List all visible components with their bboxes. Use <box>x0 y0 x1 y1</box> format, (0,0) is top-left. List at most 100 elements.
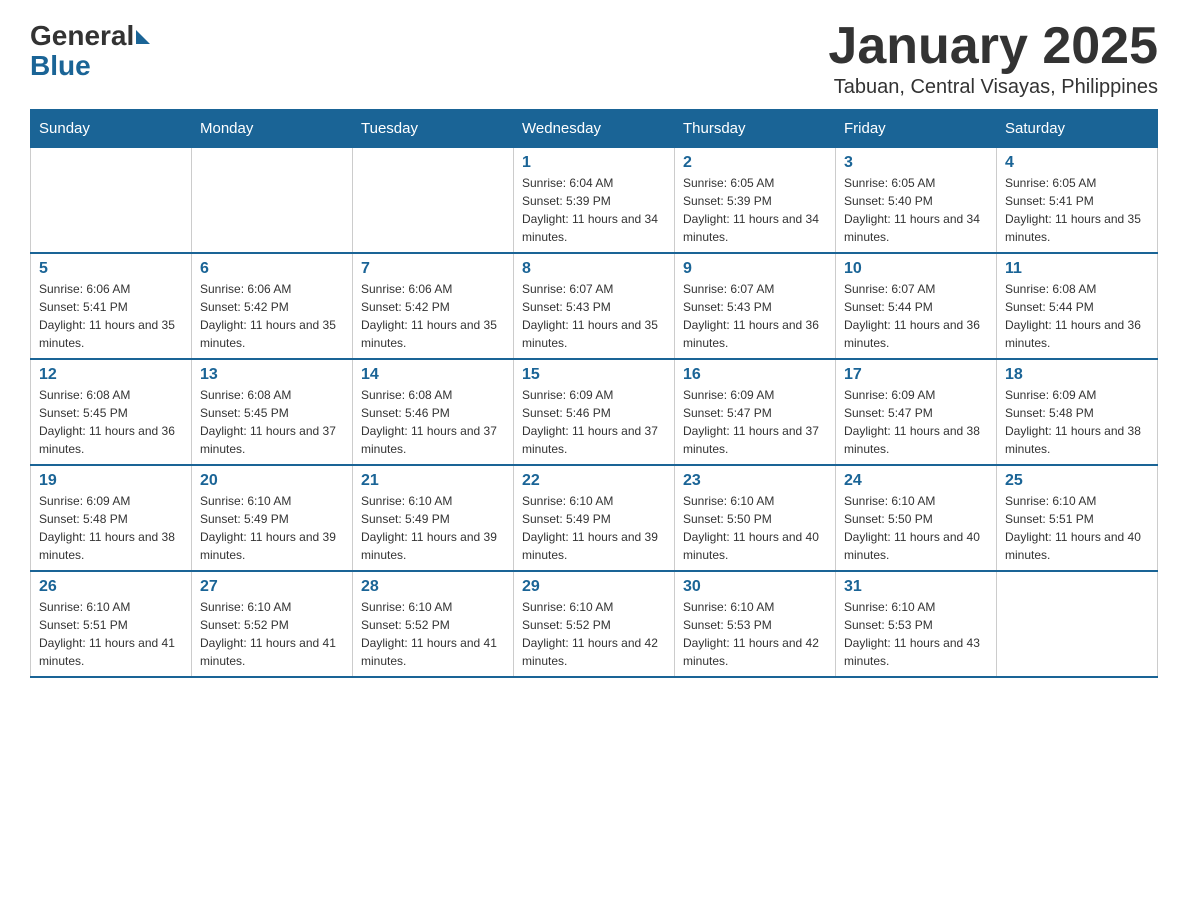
day-number: 9 <box>683 260 827 278</box>
calendar-cell: 14 Sunrise: 6:08 AM Sunset: 5:46 PM Dayli… <box>353 359 514 465</box>
day-number: 10 <box>844 260 988 278</box>
calendar-cell: 3 Sunrise: 6:05 AM Sunset: 5:40 PM Daylig… <box>836 148 997 254</box>
calendar-cell <box>192 148 353 254</box>
day-number: 22 <box>522 472 666 490</box>
calendar-cell: 21 Sunrise: 6:10 AM Sunset: 5:49 PM Dayli… <box>353 465 514 571</box>
day-number: 17 <box>844 366 988 384</box>
day-info: Sunrise: 6:10 AM Sunset: 5:52 PM Dayligh… <box>522 598 666 670</box>
day-number: 12 <box>39 366 183 384</box>
day-info: Sunrise: 6:09 AM Sunset: 5:47 PM Dayligh… <box>683 386 827 458</box>
day-number: 26 <box>39 578 183 596</box>
day-info: Sunrise: 6:07 AM Sunset: 5:44 PM Dayligh… <box>844 280 988 352</box>
day-number: 16 <box>683 366 827 384</box>
week-row-3: 12 Sunrise: 6:08 AM Sunset: 5:45 PM Dayli… <box>31 359 1158 465</box>
day-number: 8 <box>522 260 666 278</box>
header-row: SundayMondayTuesdayWednesdayThursdayFrid… <box>31 110 1158 148</box>
day-number: 1 <box>522 154 666 172</box>
calendar-cell: 26 Sunrise: 6:10 AM Sunset: 5:51 PM Dayli… <box>31 571 192 677</box>
week-row-1: 1Sunrise: 6:04 AM Sunset: 5:39 PM Daylig… <box>31 148 1158 254</box>
calendar-cell: 10 Sunrise: 6:07 AM Sunset: 5:44 PM Dayli… <box>836 253 997 359</box>
day-number: 2 <box>683 154 827 172</box>
day-info: Sunrise: 6:05 AM Sunset: 5:40 PM Dayligh… <box>844 174 988 246</box>
day-number: 4 <box>1005 154 1149 172</box>
header-day-saturday: Saturday <box>997 110 1158 148</box>
day-info: Sunrise: 6:06 AM Sunset: 5:42 PM Dayligh… <box>361 280 505 352</box>
day-number: 19 <box>39 472 183 490</box>
calendar-cell: 31 Sunrise: 6:10 AM Sunset: 5:53 PM Dayli… <box>836 571 997 677</box>
day-number: 7 <box>361 260 505 278</box>
day-info: Sunrise: 6:10 AM Sunset: 5:52 PM Dayligh… <box>200 598 344 670</box>
day-number: 20 <box>200 472 344 490</box>
calendar-cell: 11Sunrise: 6:08 AM Sunset: 5:44 PM Dayli… <box>997 253 1158 359</box>
calendar-cell: 17Sunrise: 6:09 AM Sunset: 5:47 PM Dayli… <box>836 359 997 465</box>
calendar-cell: 2 Sunrise: 6:05 AM Sunset: 5:39 PM Daylig… <box>675 148 836 254</box>
day-info: Sunrise: 6:05 AM Sunset: 5:41 PM Dayligh… <box>1005 174 1149 246</box>
day-info: Sunrise: 6:10 AM Sunset: 5:52 PM Dayligh… <box>361 598 505 670</box>
day-number: 21 <box>361 472 505 490</box>
day-info: Sunrise: 6:10 AM Sunset: 5:49 PM Dayligh… <box>522 492 666 564</box>
day-info: Sunrise: 6:10 AM Sunset: 5:50 PM Dayligh… <box>844 492 988 564</box>
calendar-cell: 5Sunrise: 6:06 AM Sunset: 5:41 PM Daylig… <box>31 253 192 359</box>
day-number: 29 <box>522 578 666 596</box>
header-day-thursday: Thursday <box>675 110 836 148</box>
calendar-cell: 9Sunrise: 6:07 AM Sunset: 5:43 PM Daylig… <box>675 253 836 359</box>
day-info: Sunrise: 6:05 AM Sunset: 5:39 PM Dayligh… <box>683 174 827 246</box>
calendar-cell: 15 Sunrise: 6:09 AM Sunset: 5:46 PM Dayli… <box>514 359 675 465</box>
day-info: Sunrise: 6:10 AM Sunset: 5:53 PM Dayligh… <box>683 598 827 670</box>
header-day-monday: Monday <box>192 110 353 148</box>
day-number: 28 <box>361 578 505 596</box>
day-info: Sunrise: 6:09 AM Sunset: 5:48 PM Dayligh… <box>39 492 183 564</box>
calendar-cell: 16 Sunrise: 6:09 AM Sunset: 5:47 PM Dayli… <box>675 359 836 465</box>
day-number: 31 <box>844 578 988 596</box>
logo-general-text: General <box>30 20 134 52</box>
day-info: Sunrise: 6:10 AM Sunset: 5:49 PM Dayligh… <box>200 492 344 564</box>
calendar-cell: 18 Sunrise: 6:09 AM Sunset: 5:48 PM Dayli… <box>997 359 1158 465</box>
header-day-tuesday: Tuesday <box>353 110 514 148</box>
day-info: Sunrise: 6:08 AM Sunset: 5:46 PM Dayligh… <box>361 386 505 458</box>
day-info: Sunrise: 6:10 AM Sunset: 5:53 PM Dayligh… <box>844 598 988 670</box>
title-section: January 2025 Tabuan, Central Visayas, Ph… <box>828 20 1158 99</box>
day-info: Sunrise: 6:07 AM Sunset: 5:43 PM Dayligh… <box>522 280 666 352</box>
day-info: Sunrise: 6:08 AM Sunset: 5:45 PM Dayligh… <box>200 386 344 458</box>
week-row-5: 26 Sunrise: 6:10 AM Sunset: 5:51 PM Dayli… <box>31 571 1158 677</box>
day-info: Sunrise: 6:06 AM Sunset: 5:42 PM Dayligh… <box>200 280 344 352</box>
calendar-cell: 27 Sunrise: 6:10 AM Sunset: 5:52 PM Dayli… <box>192 571 353 677</box>
day-info: Sunrise: 6:08 AM Sunset: 5:44 PM Dayligh… <box>1005 280 1149 352</box>
calendar-cell: 25Sunrise: 6:10 AM Sunset: 5:51 PM Dayli… <box>997 465 1158 571</box>
header-day-sunday: Sunday <box>31 110 192 148</box>
logo-triangle-icon <box>136 30 150 44</box>
day-info: Sunrise: 6:09 AM Sunset: 5:48 PM Dayligh… <box>1005 386 1149 458</box>
calendar-cell <box>353 148 514 254</box>
day-number: 3 <box>844 154 988 172</box>
day-number: 27 <box>200 578 344 596</box>
day-number: 15 <box>522 366 666 384</box>
day-info: Sunrise: 6:10 AM Sunset: 5:49 PM Dayligh… <box>361 492 505 564</box>
calendar-cell: 20 Sunrise: 6:10 AM Sunset: 5:49 PM Dayli… <box>192 465 353 571</box>
calendar-cell <box>31 148 192 254</box>
day-info: Sunrise: 6:09 AM Sunset: 5:46 PM Dayligh… <box>522 386 666 458</box>
calendar-cell: 23 Sunrise: 6:10 AM Sunset: 5:50 PM Dayli… <box>675 465 836 571</box>
calendar-cell: 12 Sunrise: 6:08 AM Sunset: 5:45 PM Dayli… <box>31 359 192 465</box>
day-number: 30 <box>683 578 827 596</box>
day-info: Sunrise: 6:08 AM Sunset: 5:45 PM Dayligh… <box>39 386 183 458</box>
day-info: Sunrise: 6:10 AM Sunset: 5:50 PM Dayligh… <box>683 492 827 564</box>
calendar-cell: 1Sunrise: 6:04 AM Sunset: 5:39 PM Daylig… <box>514 148 675 254</box>
month-title: January 2025 <box>828 20 1158 72</box>
location-text: Tabuan, Central Visayas, Philippines <box>828 76 1158 99</box>
calendar-cell: 6Sunrise: 6:06 AM Sunset: 5:42 PM Daylig… <box>192 253 353 359</box>
day-info: Sunrise: 6:10 AM Sunset: 5:51 PM Dayligh… <box>39 598 183 670</box>
day-info: Sunrise: 6:10 AM Sunset: 5:51 PM Dayligh… <box>1005 492 1149 564</box>
day-number: 5 <box>39 260 183 278</box>
day-number: 13 <box>200 366 344 384</box>
day-number: 24 <box>844 472 988 490</box>
calendar-cell: 29 Sunrise: 6:10 AM Sunset: 5:52 PM Dayli… <box>514 571 675 677</box>
calendar-cell: 8 Sunrise: 6:07 AM Sunset: 5:43 PM Daylig… <box>514 253 675 359</box>
calendar-cell: 28 Sunrise: 6:10 AM Sunset: 5:52 PM Dayli… <box>353 571 514 677</box>
day-number: 23 <box>683 472 827 490</box>
calendar-cell: 7 Sunrise: 6:06 AM Sunset: 5:42 PM Daylig… <box>353 253 514 359</box>
page-header: General Blue January 2025 Tabuan, Centra… <box>30 20 1158 99</box>
calendar-cell: 13 Sunrise: 6:08 AM Sunset: 5:45 PM Dayli… <box>192 359 353 465</box>
day-number: 18 <box>1005 366 1149 384</box>
day-number: 14 <box>361 366 505 384</box>
header-day-wednesday: Wednesday <box>514 110 675 148</box>
